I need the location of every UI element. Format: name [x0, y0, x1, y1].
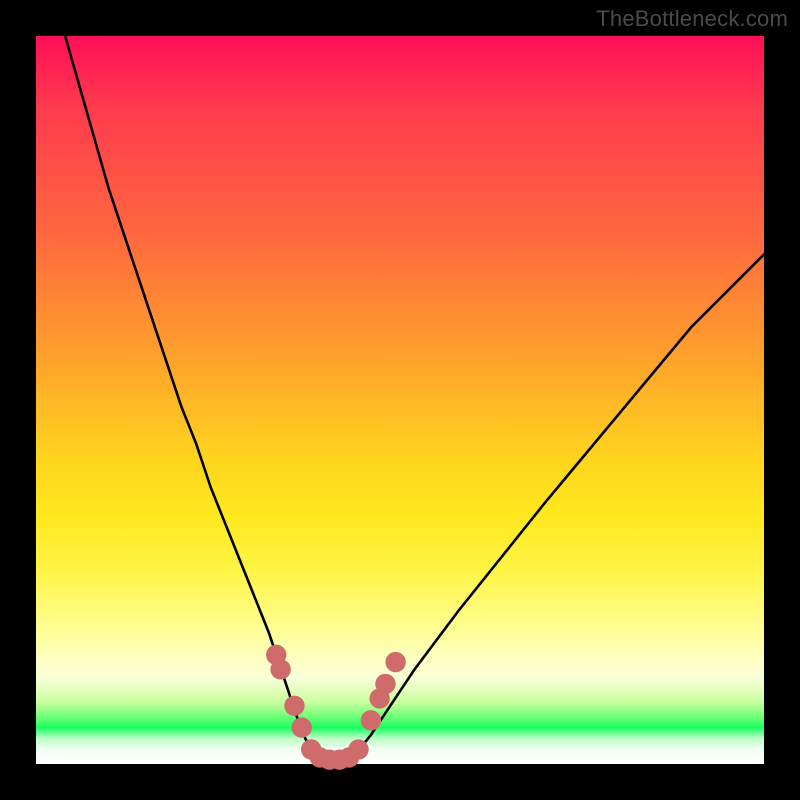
- data-marker: [270, 659, 290, 679]
- data-marker: [361, 710, 381, 730]
- chart-svg: [36, 36, 764, 764]
- data-marker: [385, 652, 405, 672]
- data-markers: [266, 645, 406, 770]
- data-marker: [292, 717, 312, 737]
- chart-frame: TheBottleneck.com: [0, 0, 800, 800]
- plot-area: [36, 36, 764, 764]
- bottleneck-curve: [65, 36, 764, 760]
- curve-path: [65, 36, 764, 760]
- watermark-text: TheBottleneck.com: [596, 6, 788, 32]
- data-marker: [284, 696, 304, 716]
- data-marker: [375, 674, 395, 694]
- data-marker: [348, 739, 368, 759]
